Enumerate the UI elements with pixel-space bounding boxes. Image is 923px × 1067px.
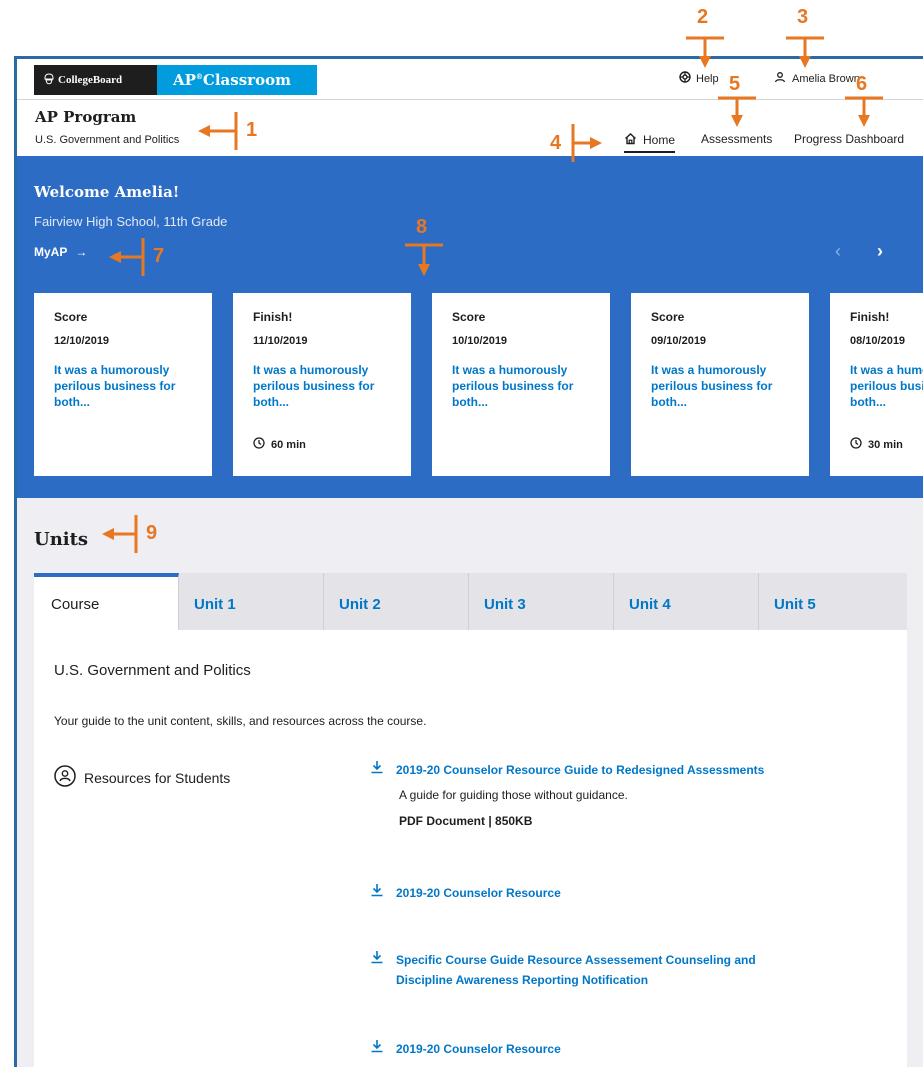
annotation-label: 5 [729, 73, 741, 95]
annotation-label: 2 [697, 6, 709, 28]
stage: CollegeBoard AP®Classroom Help Amelia Br… [0, 0, 923, 1067]
annotation-label: 1 [246, 119, 258, 141]
annotation-label: 7 [153, 245, 165, 267]
annotation-label: 6 [856, 73, 868, 95]
annotation-label: 3 [797, 6, 809, 28]
annotation-overlay [102, 36, 883, 553]
annotation-label: 9 [146, 522, 158, 544]
annotation-label: 4 [550, 132, 562, 154]
annotation-label: 8 [416, 216, 428, 238]
